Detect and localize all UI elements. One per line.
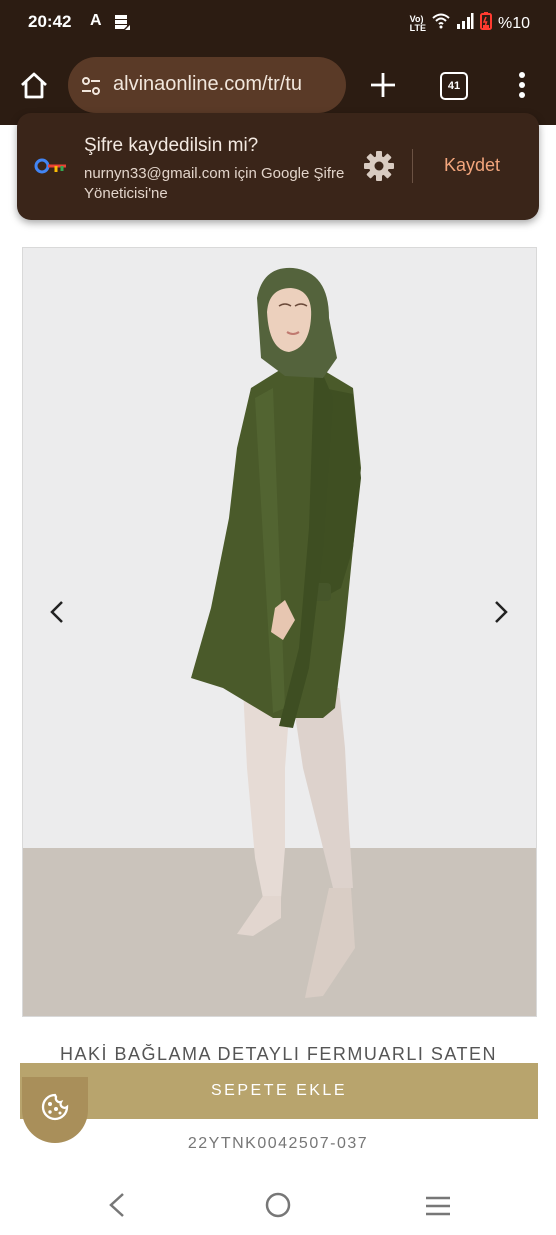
new-tab-button[interactable] xyxy=(368,70,398,100)
system-navigation-bar xyxy=(0,1175,556,1235)
previous-image-arrow-icon[interactable] xyxy=(49,600,65,629)
back-chevron-icon xyxy=(109,1193,124,1217)
more-menu-button[interactable] xyxy=(512,70,532,100)
prompt-divider xyxy=(412,149,413,183)
add-to-cart-button[interactable]: SEPETE EKLE xyxy=(20,1063,538,1119)
address-bar[interactable]: alvinaonline.com/tr/tu xyxy=(68,57,346,113)
nav-home-button[interactable] xyxy=(264,1191,292,1224)
site-settings-icon[interactable] xyxy=(80,75,102,102)
status-bar: 20:42 A Vo) LTE %10 xyxy=(0,0,556,46)
plus-icon xyxy=(371,73,395,97)
cookie-icon xyxy=(41,1093,69,1121)
status-right-group: Vo) LTE %10 xyxy=(410,12,530,35)
volte-indicator: Vo) LTE xyxy=(409,13,426,33)
key-icon xyxy=(34,158,68,179)
prompt-title: Şifre kaydedilsin mi? xyxy=(84,135,259,156)
browser-top-bar: 20:42 A Vo) LTE %10 alvinaonline.com/tr/… xyxy=(0,0,556,125)
tab-switcher-button[interactable]: 41 xyxy=(440,72,468,100)
nav-back-button[interactable] xyxy=(105,1191,129,1224)
nav-recents-button[interactable] xyxy=(424,1195,452,1222)
battery-percent: %10 xyxy=(497,14,530,32)
home-icon xyxy=(21,72,47,99)
next-image-arrow-icon[interactable] xyxy=(493,600,509,629)
more-vert-icon xyxy=(519,72,525,98)
url-text[interactable]: alvinaonline.com/tr/tu xyxy=(113,73,341,96)
save-password-button[interactable]: Kaydet xyxy=(444,155,500,176)
home-circle-icon xyxy=(265,1192,291,1218)
save-password-prompt: Şifre kaydedilsin mi? nurnyn33@gmail.com… xyxy=(17,113,539,220)
menu-lines-icon xyxy=(426,1196,450,1216)
notification-a-icon: A xyxy=(90,12,102,29)
cookie-settings-button[interactable] xyxy=(22,1077,88,1143)
gear-icon[interactable] xyxy=(363,150,395,187)
browser-toolbar: alvinaonline.com/tr/tu 41 xyxy=(0,56,556,116)
prompt-description: nurnyn33@gmail.com için Google Şifre Yön… xyxy=(84,165,345,202)
product-photo xyxy=(191,267,361,998)
product-image-carousel[interactable] xyxy=(22,247,537,1017)
status-time: 20:42 xyxy=(28,12,72,31)
battery-icon xyxy=(479,12,492,35)
data-saver-icon xyxy=(113,13,131,36)
product-sku: 22YTNK0042507-037 xyxy=(187,1135,369,1152)
home-button[interactable] xyxy=(18,70,50,102)
signal-icon xyxy=(456,13,474,34)
wifi-icon xyxy=(432,13,450,34)
